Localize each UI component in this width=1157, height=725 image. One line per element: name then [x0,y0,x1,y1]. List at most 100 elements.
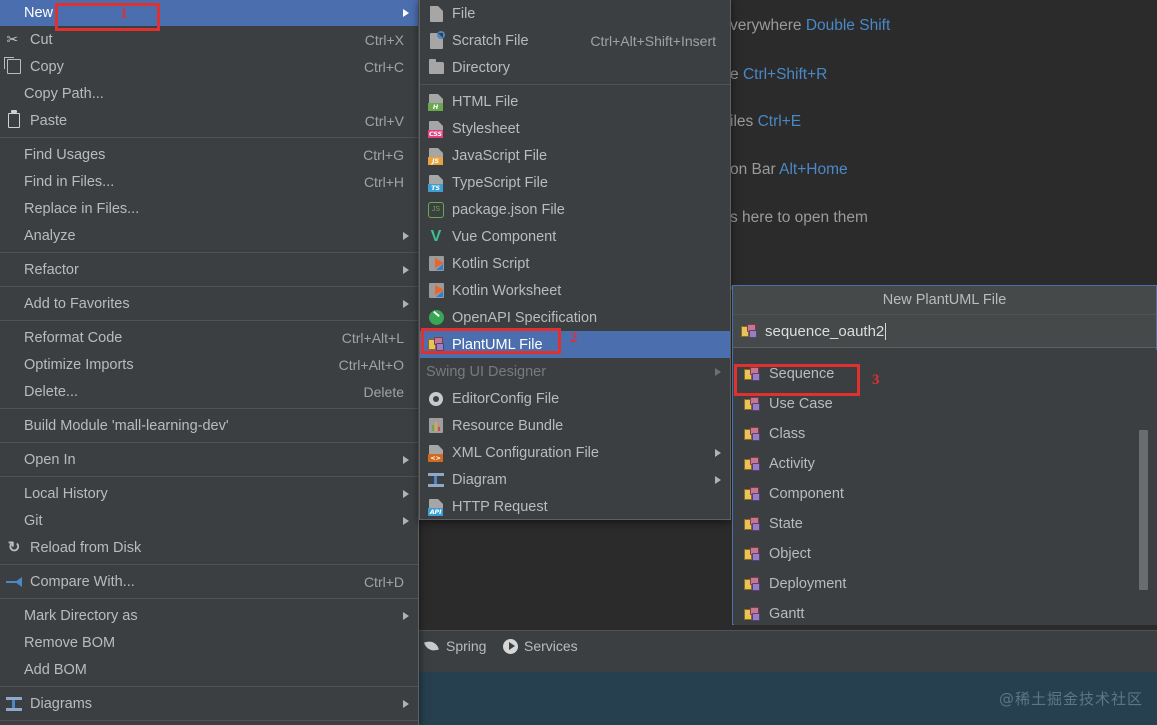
filename-input-row[interactable]: sequence_oauth2 [733,315,1156,348]
plantuml-icon [426,336,446,353]
menu-item-mark-directory-as[interactable]: Mark Directory as [0,602,418,629]
menu-item-resource-bundle[interactable]: Resource Bundle [420,412,730,439]
menu-item-shortcut: Ctrl+D [364,574,418,590]
scrollbar-thumb[interactable] [1139,430,1148,590]
menu-item-kotlin-worksheet[interactable]: Kotlin Worksheet [420,277,730,304]
uml-template-use-case[interactable]: Use Case [734,389,1157,419]
menu-item-editorconfig-file[interactable]: EditorConfig File [420,385,730,412]
tip-shortcut: Ctrl+E [758,113,802,130]
menu-item-find-usages[interactable]: Find UsagesCtrl+G [0,141,418,168]
menu-separator [0,598,418,599]
menu-item-label: Stylesheet [452,121,730,137]
menu-item-open-in[interactable]: Open In [0,446,418,473]
menu-item-cut[interactable]: ✂CutCtrl+X [0,26,418,53]
new-plantuml-file-dialog[interactable]: New PlantUML File sequence_oauth2 Sequen… [732,285,1157,625]
plantuml-icon [744,547,761,562]
menu-separator [0,564,418,565]
menu-item-delete[interactable]: Delete...Delete [0,378,418,405]
menu-item-html-file[interactable]: HHTML File [420,88,730,115]
uml-template-deployment[interactable]: Deployment [734,569,1157,599]
uml-template-class[interactable]: Class [734,419,1157,449]
menu-item-directory[interactable]: Directory [420,54,730,81]
chevron-right-icon [403,9,409,17]
annotation-number-3: 3 [872,372,880,389]
kotlin-icon [426,282,446,299]
uml-template-gantt[interactable]: Gantt [734,599,1157,625]
menu-item-label: TypeScript File [452,175,730,191]
menu-item-file[interactable]: File [420,0,730,27]
css-file-icon: CSS [426,120,446,137]
menu-item-vue-component[interactable]: VVue Component [420,223,730,250]
uml-template-object[interactable]: Object [734,539,1157,569]
diagram-icon [4,695,24,712]
status-item-spring[interactable]: Spring [424,638,486,654]
menu-item-typescript-file[interactable]: TSTypeScript File [420,169,730,196]
menu-item-http-request[interactable]: APIHTTP Request [420,493,730,520]
menu-item-copy-path[interactable]: Copy Path... [0,80,418,107]
chevron-right-icon [715,368,721,376]
menu-item-reload-from-disk[interactable]: ↻Reload from Disk [0,534,418,561]
menu-separator [420,84,730,85]
menu-item-shortcut: Ctrl+V [365,113,418,129]
plantuml-icon [744,517,761,532]
menu-item-remove-bom[interactable]: Remove BOM [0,629,418,656]
menu-item-kotlin-script[interactable]: Kotlin Script [420,250,730,277]
uml-template-activity[interactable]: Activity [734,449,1157,479]
menu-item-label: New [24,5,418,21]
uml-template-label: Component [769,486,844,502]
menu-item-compare-with[interactable]: Compare With...Ctrl+D [0,568,418,595]
menu-item-reformat-code[interactable]: Reformat CodeCtrl+Alt+L [0,324,418,351]
openapi-icon [426,309,446,326]
menu-item-label: Optimize Imports [24,357,319,373]
menu-item-package-json-file[interactable]: JSpackage.json File [420,196,730,223]
menu-item-scratch-file[interactable]: Scratch FileCtrl+Alt+Shift+Insert [420,27,730,54]
menu-item-shortcut: Delete [364,384,418,400]
menu-item-add-bom[interactable]: Add BOM [0,656,418,683]
menu-item-javascript-file[interactable]: JSJavaScript File [420,142,730,169]
menu-item-find-in-files[interactable]: Find in Files...Ctrl+H [0,168,418,195]
menu-item-diagram[interactable]: Diagram [420,466,730,493]
menu-item-label: Add BOM [24,662,418,678]
uml-template-label: State [769,516,803,532]
compare-icon [4,573,24,590]
status-item-services[interactable]: Services [503,638,578,654]
plantuml-icon [744,487,761,502]
plantuml-template-list[interactable]: SequenceUse Case Class Activity Component St… [734,350,1157,625]
chevron-right-icon [403,517,409,525]
menu-item-build-module-mall-learning-dev[interactable]: Build Module 'mall-learning-dev' [0,412,418,439]
reload-icon: ↻ [4,539,24,556]
uml-template-sequence[interactable]: Sequence [734,359,1157,389]
menu-item-diagrams[interactable]: Diagrams [0,690,418,717]
annotation-number-2: 2 [570,330,578,347]
menu-item-local-history[interactable]: Local History [0,480,418,507]
chevron-right-icon [715,476,721,484]
uml-template-label: Class [769,426,805,442]
menu-item-label: Cut [30,32,345,48]
menu-item-replace-in-files[interactable]: Replace in Files... [0,195,418,222]
menu-item-stylesheet[interactable]: CSS Stylesheet [420,115,730,142]
menu-item-analyze[interactable]: Analyze [0,222,418,249]
plantuml-icon [744,607,761,622]
uml-template-component[interactable]: Component [734,479,1157,509]
menu-item-git[interactable]: Git [0,507,418,534]
menu-item-openapi-specification[interactable]: OpenAPI Specification [420,304,730,331]
annotation-number-1: 1 [120,6,128,23]
menu-item-add-to-favorites[interactable]: Add to Favorites [0,290,418,317]
context-menu[interactable]: New ✂CutCtrl+XCopyCtrl+CCopy Path...Paste… [0,0,419,725]
menu-item-xml-configuration-file[interactable]: <>XML Configuration File [420,439,730,466]
kotlin-icon [426,255,446,272]
menu-separator [0,408,418,409]
menu-item-label: Reformat Code [24,330,322,346]
menu-item-optimize-imports[interactable]: Optimize ImportsCtrl+Alt+O [0,351,418,378]
tip-recent: iles Ctrl+E [730,113,801,131]
menu-item-label: XML Configuration File [452,445,730,461]
uml-template-state[interactable]: State [734,509,1157,539]
menu-item-copy[interactable]: CopyCtrl+C [0,53,418,80]
menu-item-refactor[interactable]: Refactor [0,256,418,283]
uml-template-label: Deployment [769,576,846,592]
filename-input-value[interactable]: sequence_oauth2 [765,323,884,340]
menu-item-paste[interactable]: PasteCtrl+V [0,107,418,134]
menu-item-new[interactable]: New [0,0,418,26]
new-submenu[interactable]: FileScratch FileCtrl+Alt+Shift+InsertDir… [419,0,731,520]
spring-leaf-icon [424,639,440,653]
